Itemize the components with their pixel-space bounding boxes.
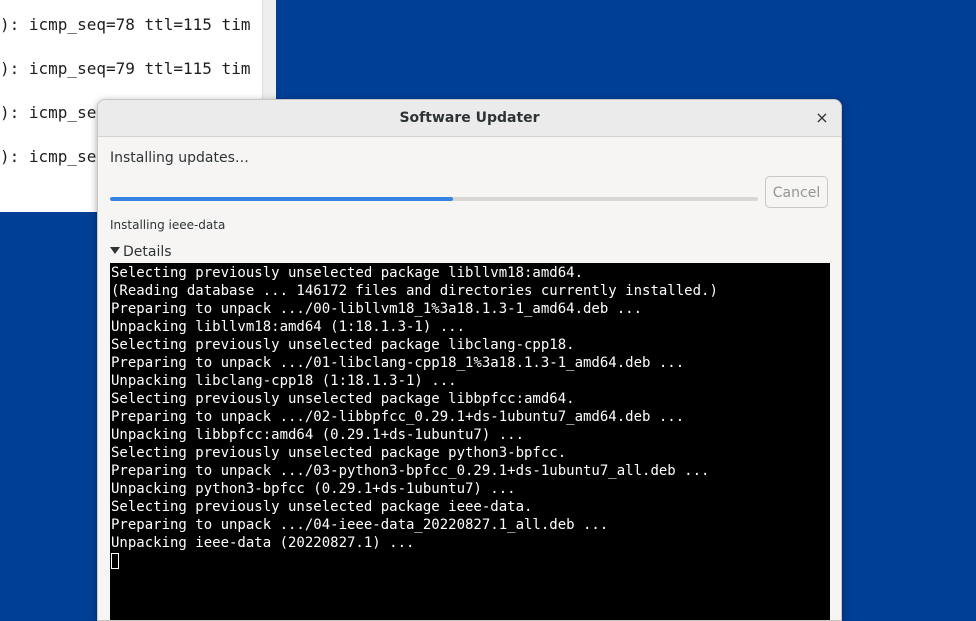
status-text: Installing updates…: [110, 150, 249, 166]
progress-bar: [110, 197, 758, 201]
terminal-line: ): icmp_seq=79 ttl=115 tim: [0, 59, 251, 78]
terminal-line: ): icmp_se: [0, 103, 97, 122]
console-line: Preparing to unpack .../01-libclang-cpp1…: [111, 355, 685, 371]
close-icon[interactable]: ×: [813, 109, 831, 127]
current-package-status: Installing ieee-data: [110, 218, 226, 232]
expander-arrow-icon: [110, 246, 120, 254]
cancel-button[interactable]: Cancel: [765, 176, 828, 208]
console-line: Selecting previously unselected package …: [111, 445, 567, 461]
console-line: Unpacking python3-bpfcc (0.29.1+ds-1ubun…: [111, 481, 516, 497]
console-cursor: [111, 552, 718, 570]
console-line: Selecting previously unselected package …: [111, 499, 533, 515]
console-line: Selecting previously unselected package …: [111, 337, 575, 353]
console-line: Preparing to unpack .../04-ieee-data_202…: [111, 517, 609, 533]
details-console[interactable]: Selecting previously unselected package …: [110, 263, 830, 620]
console-line: Preparing to unpack .../03-python3-bpfcc…: [111, 463, 710, 479]
console-line: Unpacking libbpfcc:amd64 (0.29.1+ds-1ubu…: [111, 427, 525, 443]
details-label: Details: [123, 244, 172, 260]
dialog-titlebar[interactable]: Software Updater ×: [98, 100, 841, 137]
console-line: Selecting previously unselected package …: [111, 265, 584, 281]
console-line: Preparing to unpack .../02-libbpfcc_0.29…: [111, 409, 685, 425]
console-line: Preparing to unpack .../00-libllvm18_1%3…: [111, 301, 643, 317]
terminal-line: ): icmp_se: [0, 147, 97, 166]
console-line: Selecting previously unselected package …: [111, 391, 575, 407]
console-output: Selecting previously unselected package …: [111, 264, 718, 570]
console-line: Unpacking libllvm18:amd64 (1:18.1.3-1) .…: [111, 319, 466, 335]
console-line: Unpacking ieee-data (20220827.1) ...: [111, 535, 415, 551]
software-updater-dialog: Software Updater × Installing updates… C…: [97, 99, 842, 621]
console-line: (Reading database ... 146172 files and d…: [111, 283, 718, 299]
terminal-line: ): icmp_seq=78 ttl=115 tim: [0, 15, 251, 34]
progress-fill: [110, 197, 454, 201]
details-expander[interactable]: Details: [110, 243, 172, 261]
console-line: Unpacking libclang-cpp18 (1:18.1.3-1) ..…: [111, 373, 457, 389]
dialog-title: Software Updater: [399, 110, 540, 126]
